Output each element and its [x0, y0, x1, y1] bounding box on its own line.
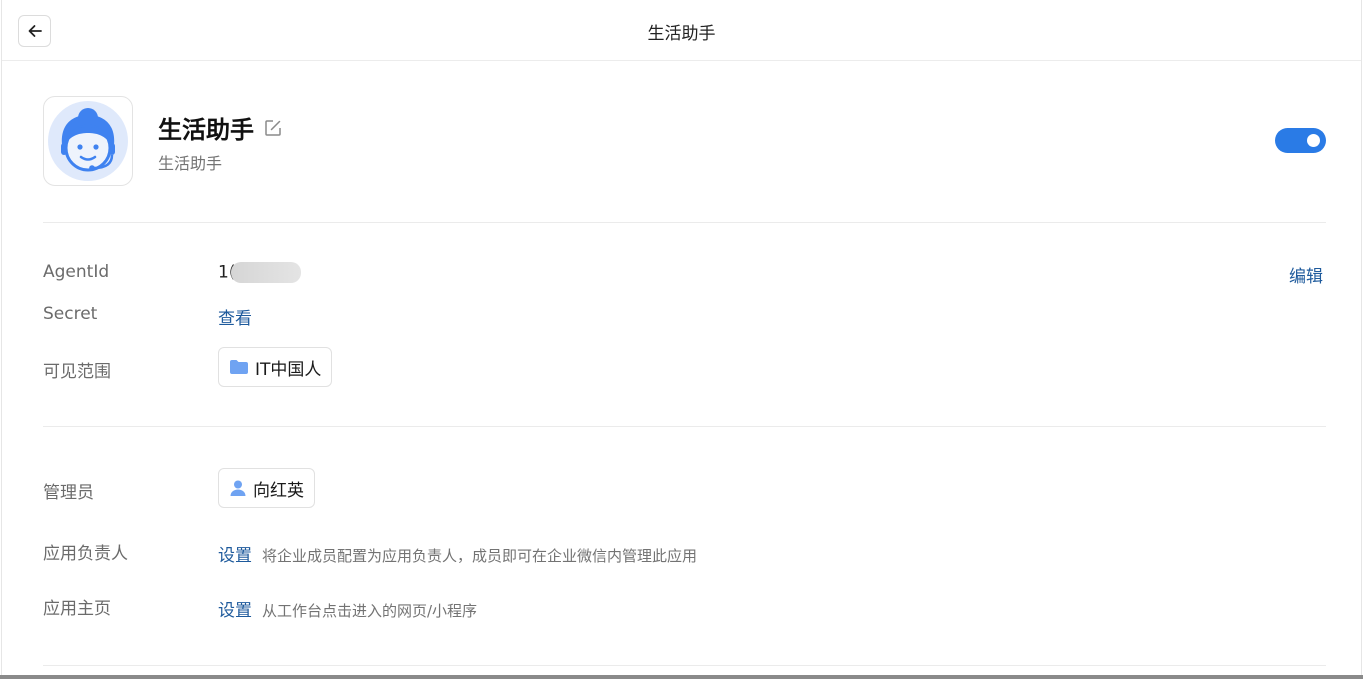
- owner-row: 设置 将企业成员配置为应用负责人，成员即可在企业微信内管理此应用: [218, 541, 697, 566]
- homepage-hint: 从工作台点击进入的网页/小程序: [262, 602, 478, 620]
- visibility-label: 可见范围: [43, 362, 111, 382]
- visibility-chip[interactable]: IT中国人: [218, 347, 333, 387]
- section-divider: [43, 426, 1326, 427]
- homepage-label: 应用主页: [43, 599, 111, 619]
- secret-view-link[interactable]: 查看: [218, 304, 252, 329]
- app-description: 生活助手: [158, 154, 223, 173]
- app-avatar[interactable]: [43, 96, 133, 186]
- section-divider: [43, 665, 1326, 666]
- app-name-row: 生活助手: [158, 110, 282, 145]
- app-name: 生活助手: [158, 116, 254, 144]
- admin-label: 管理员: [43, 483, 94, 503]
- window-bottom-edge: [0, 675, 1363, 679]
- admin-name: 向红英: [253, 480, 304, 501]
- admin-chip[interactable]: 向红英: [218, 468, 315, 508]
- folder-icon: [229, 359, 249, 375]
- toggle-knob: [1307, 134, 1320, 147]
- app-detail-window: 生活助手 生活助手 生活助手 AgentId 1(编辑 Secret 查看 可…: [1, 0, 1362, 677]
- homepage-row: 设置 从工作台点击进入的网页/小程序: [218, 596, 477, 621]
- edit-pencil-icon[interactable]: [264, 119, 282, 137]
- agentid-label: AgentId: [43, 262, 110, 282]
- edit-link[interactable]: 编辑: [1289, 262, 1323, 287]
- visibility-value: IT中国人: [255, 359, 322, 380]
- section-divider: [43, 222, 1326, 223]
- owner-label: 应用负责人: [43, 544, 128, 564]
- app-enable-toggle[interactable]: [1275, 128, 1326, 153]
- user-icon: [229, 479, 247, 497]
- owner-set-link[interactable]: 设置: [218, 541, 252, 566]
- agentid-redaction: [231, 262, 302, 283]
- homepage-set-link[interactable]: 设置: [218, 596, 252, 621]
- top-bar: 生活助手: [2, 0, 1361, 61]
- secret-label: Secret: [43, 304, 98, 324]
- owner-hint: 将企业成员配置为应用负责人，成员即可在企业微信内管理此应用: [262, 547, 698, 565]
- customer-service-avatar-icon: [48, 101, 128, 181]
- agentid-value: 1(: [218, 262, 302, 283]
- page-title: 生活助手: [647, 24, 716, 44]
